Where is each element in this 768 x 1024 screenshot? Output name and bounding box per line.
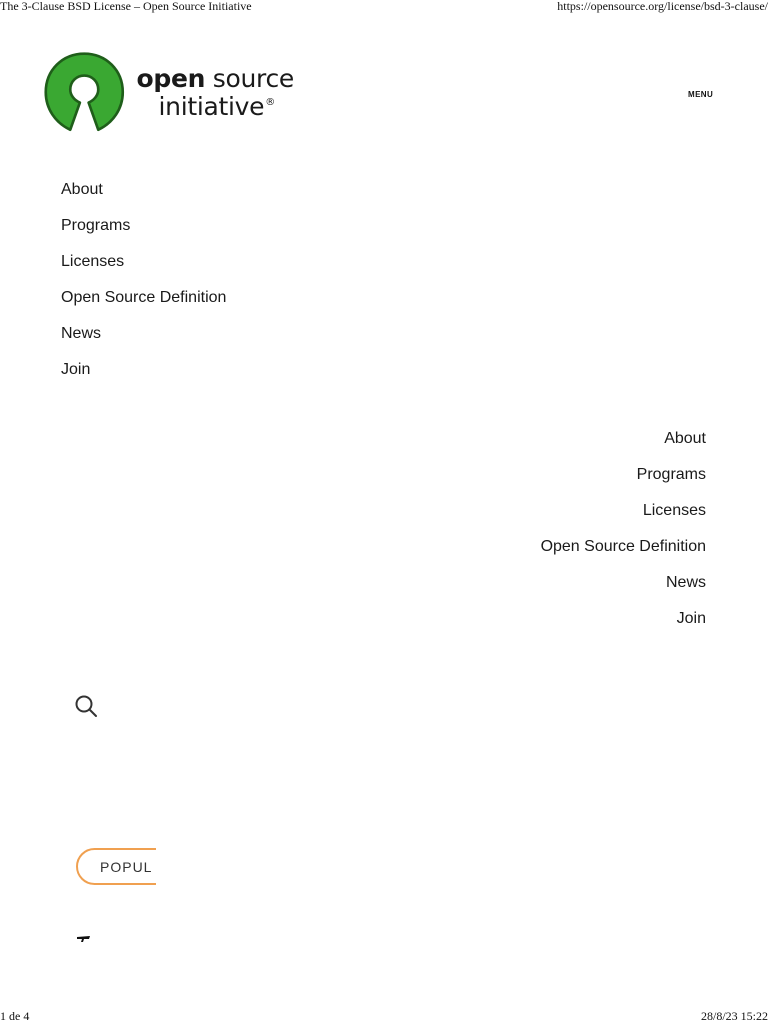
primary-nav: About Programs Licenses Open Source Defi…: [61, 180, 226, 396]
logo-word-open: open: [136, 63, 206, 93]
search-icon: [75, 695, 97, 717]
primary-nav-item-osd[interactable]: Open Source Definition: [61, 288, 226, 324]
print-header: The 3-Clause BSD License – Open Source I…: [0, 0, 768, 14]
osi-logo[interactable]: open source initiative®: [44, 45, 294, 140]
secondary-nav: About Programs Licenses Open Source Defi…: [541, 429, 706, 645]
secondary-nav-item-about[interactable]: About: [541, 429, 706, 465]
primary-nav-item-news[interactable]: News: [61, 324, 226, 360]
dash-marker-icon: [77, 930, 91, 942]
print-datetime: 28/8/23 15:22: [700, 1009, 768, 1023]
secondary-nav-item-licenses[interactable]: Licenses: [541, 501, 706, 537]
secondary-nav-item-news[interactable]: News: [541, 573, 706, 609]
secondary-nav-item-programs[interactable]: Programs: [541, 465, 706, 501]
primary-nav-item-programs[interactable]: Programs: [61, 216, 226, 252]
osi-keyhole-logo-icon: [44, 51, 125, 131]
secondary-nav-item-join[interactable]: Join: [541, 609, 706, 645]
secondary-nav-item-osd[interactable]: Open Source Definition: [541, 537, 706, 573]
logo-word-initiative: initiative: [158, 91, 265, 121]
primary-nav-item-join[interactable]: Join: [61, 360, 226, 396]
logo-registered-mark: ®: [265, 96, 275, 108]
print-footer: 1 de 4 28/8/23 15:22: [0, 1009, 768, 1023]
search-button[interactable]: [72, 692, 100, 720]
popular-tag-label: POPUL: [100, 859, 153, 875]
print-page-title: The 3-Clause BSD License – Open Source I…: [0, 0, 252, 13]
primary-nav-item-about[interactable]: About: [61, 180, 226, 216]
osi-wordmark: open source initiative®: [136, 63, 295, 121]
menu-toggle-button[interactable]: MENU: [688, 90, 713, 99]
primary-nav-item-licenses[interactable]: Licenses: [61, 252, 226, 288]
popular-tag-clip: [156, 848, 172, 889]
print-page-number: 1 de 4: [0, 1009, 30, 1023]
print-page-url: https://opensource.org/license/bsd-3-cla…: [557, 0, 768, 13]
logo-word-source: source: [205, 63, 295, 93]
popular-tag-wrapper: POPUL: [76, 848, 172, 889]
